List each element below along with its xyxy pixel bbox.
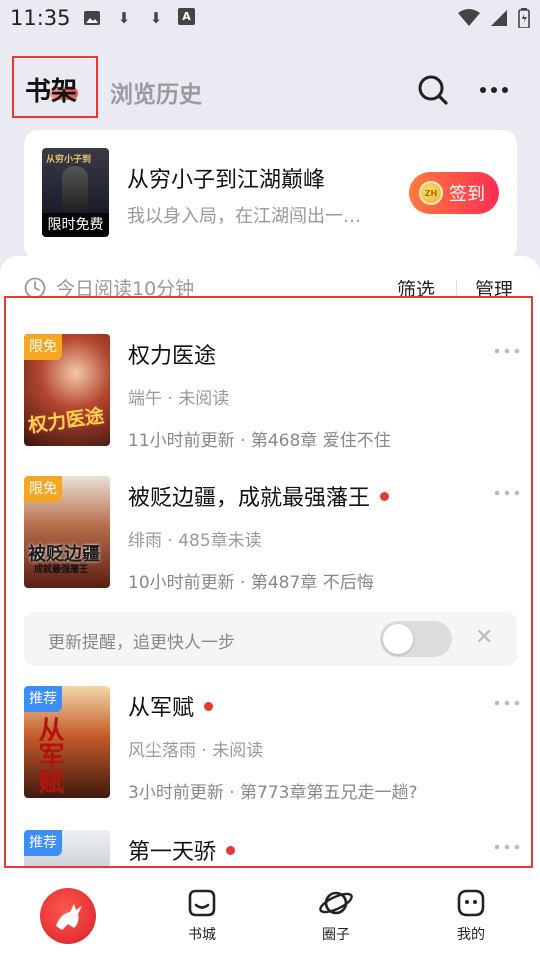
- cover-title: 从军赋: [34, 716, 64, 794]
- system-icons: [458, 8, 530, 28]
- nav-label: 我的: [457, 927, 485, 943]
- reminder-text: 更新提醒，追更快人一步: [48, 633, 235, 653]
- new-update-dot: [204, 701, 214, 711]
- notification-icons: ⬇ ⬇ A: [82, 8, 195, 28]
- promo-card[interactable]: 从穷小子到 限时免费 从穷小子到江湖巅峰 我以身入局，在江湖闯出一… ZH 签到: [24, 130, 517, 260]
- tab-history[interactable]: 浏览历史: [110, 75, 202, 109]
- book-cover[interactable]: 限免 权力医途: [24, 334, 110, 446]
- more-icon[interactable]: [494, 348, 520, 354]
- cover-subtitle: 成就最强藩王: [34, 565, 89, 575]
- reminder-toggle[interactable]: [380, 621, 452, 657]
- book-update: 10小时前更新 · 第487章 不后悔: [128, 573, 374, 593]
- promo-desc: 我以身入局，在江湖闯出一…: [127, 206, 361, 227]
- promo-cover[interactable]: 从穷小子到 限时免费: [42, 148, 109, 237]
- update-reminder-bar: 更新提醒，追更快人一步 ✕: [24, 612, 517, 666]
- planet-icon: [319, 891, 353, 915]
- signin-button[interactable]: ZH 签到: [409, 172, 499, 214]
- close-icon[interactable]: ✕: [475, 625, 493, 650]
- limited-free-badge: 限免: [24, 334, 62, 360]
- status-time: 11:35: [10, 6, 71, 30]
- new-update-dot: [226, 845, 236, 855]
- book-cover[interactable]: 限免 被贬边疆 成就最强藩王: [24, 476, 110, 588]
- more-icon[interactable]: [494, 490, 520, 496]
- recommend-badge: 推荐: [24, 686, 62, 712]
- recommend-badge: 推荐: [24, 830, 62, 856]
- book-item[interactable]: 推荐 第一天骄: [24, 830, 524, 866]
- book-title[interactable]: 被贬边疆，成就最强藩王: [128, 480, 390, 512]
- book-title-text: 从军赋: [128, 696, 195, 721]
- book-list: 限免 权力医途 权力医途 端午 · 未阅读 11小时前更新 · 第468章 爱住…: [4, 296, 533, 868]
- bottom-nav: 书城 圈子 我的: [0, 868, 540, 960]
- cover-title: 权力医途: [27, 404, 106, 438]
- book-meta: 风尘落雨 · 未阅读: [128, 741, 264, 761]
- promo-title[interactable]: 从穷小子到江湖巅峰: [127, 162, 325, 194]
- book-item[interactable]: 限免 权力医途 权力医途 端午 · 未阅读 11小时前更新 · 第468章 爱住…: [24, 334, 524, 454]
- book-title[interactable]: 从军赋: [128, 690, 214, 722]
- book-cover[interactable]: 推荐: [24, 830, 110, 866]
- book-item[interactable]: 推荐 从军赋 从军赋 风尘落雨 · 未阅读 3小时前更新 · 第773章第五兄走…: [24, 686, 524, 806]
- book-cover[interactable]: 推荐 从军赋: [24, 686, 110, 798]
- nav-mine[interactable]: 我的: [441, 886, 501, 944]
- divider: [456, 280, 457, 296]
- image-icon: [82, 8, 102, 28]
- deer-logo-icon[interactable]: [40, 888, 96, 944]
- nav-label: 书城: [188, 927, 216, 943]
- nav-bookstore[interactable]: 书城: [172, 886, 232, 944]
- book-title-text: 权力医途: [128, 344, 217, 369]
- book-title-text: 第一天骄: [128, 840, 217, 865]
- more-icon[interactable]: [494, 844, 520, 850]
- signin-label: 签到: [449, 184, 485, 205]
- book-meta: 绯雨 · 485章未读: [128, 531, 262, 551]
- status-bar: 11:35 ⬇ ⬇ A: [0, 0, 540, 38]
- wifi-icon: [458, 9, 480, 26]
- profile-icon: [457, 889, 485, 917]
- battery-icon: [518, 8, 530, 28]
- book-item[interactable]: 限免 被贬边疆 成就最强藩王 被贬边疆，成就最强藩王 绯雨 · 485章未读 1…: [24, 476, 524, 596]
- nav-label: 圈子: [322, 927, 350, 943]
- more-icon[interactable]: [494, 700, 520, 706]
- download-icon: ⬇: [149, 9, 163, 27]
- more-icon[interactable]: [478, 86, 510, 94]
- book-title[interactable]: 第一天骄: [128, 834, 236, 866]
- book-update: 11小时前更新 · 第468章 爱住不住: [128, 431, 391, 451]
- limited-free-badge: 限免: [24, 476, 62, 502]
- toggle-knob: [383, 624, 413, 654]
- bookshelf-sheet: 今日阅读10分钟 筛选 管理 限免 权力医途 权力医途 端午 · 未阅读 11小…: [0, 256, 540, 868]
- new-update-dot: [380, 491, 390, 501]
- promo-cover-title: 从穷小子到: [46, 155, 92, 165]
- nav-circle[interactable]: 圈子: [306, 886, 366, 944]
- cover-figure: [62, 166, 88, 210]
- bookstore-icon: [188, 889, 216, 917]
- coin-icon: ZH: [419, 181, 443, 205]
- a-badge-icon: A: [178, 8, 195, 25]
- top-header: 书架 浏览历史: [0, 56, 540, 122]
- download-icon: ⬇: [117, 9, 131, 27]
- free-label: 限时免费: [42, 213, 109, 237]
- book-update: 3小时前更新 · 第773章第五兄走一趟?: [128, 783, 418, 803]
- book-meta: 端午 · 未阅读: [128, 389, 230, 409]
- search-icon[interactable]: [416, 73, 450, 107]
- book-title[interactable]: 权力医途: [128, 338, 216, 370]
- signal-icon: [491, 10, 507, 26]
- book-title-text: 被贬边疆，成就最强藩王: [128, 486, 371, 511]
- tab-bookshelf[interactable]: 书架: [25, 71, 77, 108]
